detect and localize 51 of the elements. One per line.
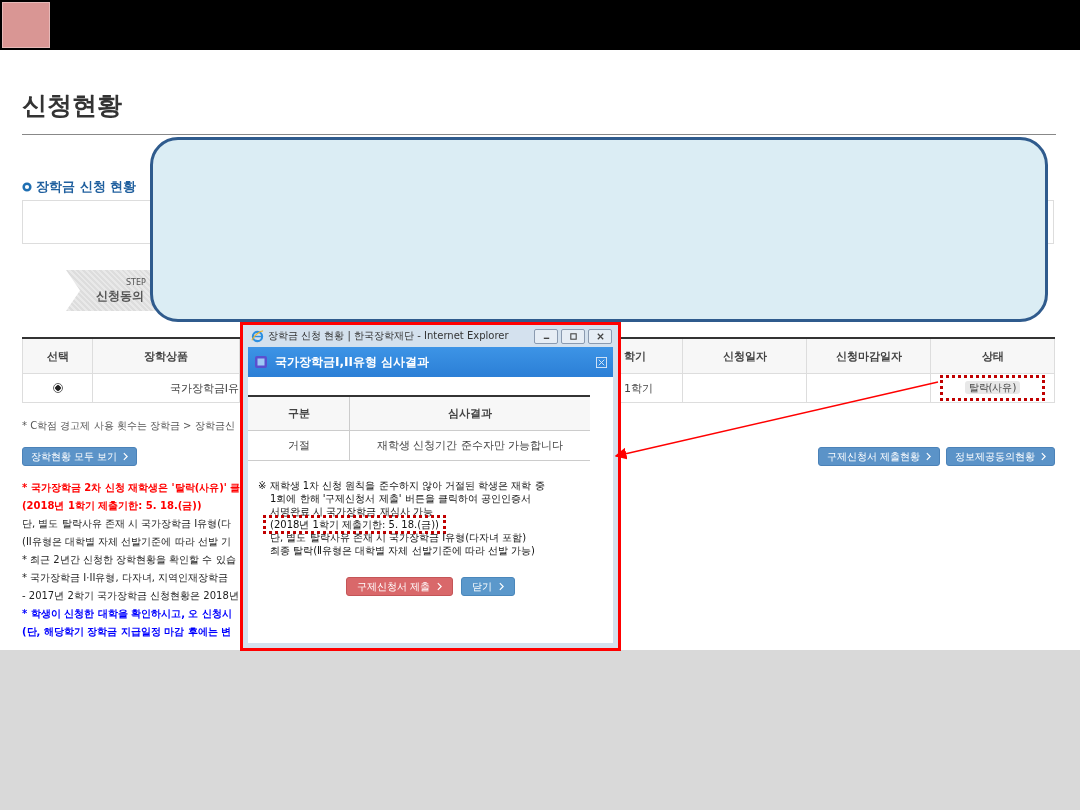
note-text: - 2017년 2학기 국가장학금 신청현황은 2018년	[22, 589, 238, 603]
note-text: (II유형은 대학별 자체 선발기준에 따라 선발 기	[22, 535, 232, 549]
note-text: 단, 별도 탈락사유 존재 시 국가장학금 I유형(다	[22, 517, 233, 531]
section-title: 장학금 신청 현황	[36, 178, 137, 196]
note-line: 단, 별도 탈락사유 존재 시 국가장학금 Ⅰ유형(다자녀 포함)	[269, 531, 527, 544]
dialog-button[interactable]: 구제신청서 제출	[345, 577, 454, 596]
chevron-icon	[1041, 452, 1046, 461]
note-text: * 학생이 신청한 대학을 확인하시고, 오 신청시	[22, 607, 233, 621]
chevron-icon	[437, 582, 443, 591]
minimize-button[interactable]	[534, 328, 558, 344]
status-badge[interactable]: 탈락(사유)	[964, 381, 1021, 394]
status-button[interactable]: 정보제공동의현황	[946, 447, 1055, 466]
ring-icon	[22, 182, 32, 192]
note-text: (2018년 1학기 제출기한: 5. 18.(금))	[22, 499, 203, 513]
footnote: * C학점 경고제 사용 횟수는 장학금 > 장학금신	[22, 419, 236, 433]
close-button[interactable]	[588, 328, 612, 344]
maximize-icon	[568, 331, 578, 341]
close-icon[interactable]	[596, 356, 607, 368]
column-header: 장학상품	[93, 339, 240, 374]
column-header: 심사결과	[350, 397, 590, 431]
browser-icon	[251, 329, 264, 343]
column-header: 학기	[620, 339, 683, 374]
page-title: 신청현황	[22, 90, 123, 122]
table-cell: 재학생 신청기간 준수자만 가능합니다	[350, 431, 590, 461]
note-text: * 국가장학금 I·II유형, 다자녀, 지역인재장학금	[22, 571, 230, 585]
square-icon	[254, 355, 268, 369]
note-line: 최종 탈락(Ⅱ유형은 대학별 자체 선발기준에 따라 선발 가능)	[269, 544, 535, 557]
note-text: * 최근 2년간 신청한 장학현황을 확인할 수 있습	[22, 553, 237, 567]
status-button[interactable]: 구제신청서 제출현황	[817, 447, 940, 466]
view-all-button[interactable]: 장학현황 모두 보기	[22, 447, 138, 466]
column-header: 신청일자	[683, 339, 807, 374]
note-line: ※ 재학생 1차 신청 원칙을 준수하지 않아 거절된 학생은 재학 중	[258, 479, 545, 492]
close-icon	[595, 331, 605, 341]
maximize-button[interactable]	[561, 328, 585, 344]
chevron-icon	[926, 452, 931, 461]
column-header: 구분	[248, 397, 350, 431]
column-header: 신청마감일자	[807, 339, 931, 374]
note-text: (단, 해당학기 장학금 지급일정 마감 후에는 변	[22, 625, 233, 639]
note-text: * 국가장학금 2차 신청 재학생은 '탈락(사유)' 클	[22, 481, 238, 495]
dialog-title: 국가장학금I,II유형 심사결과	[275, 353, 431, 371]
column-header: 상태	[931, 339, 1055, 374]
table-cell: 거절	[248, 431, 350, 461]
note-line: (2018년 1학기 제출기한: 5. 18.(금))	[266, 518, 443, 531]
window-title: 장학금 신청 현황 | 한국장학재단 - Internet Explorer	[268, 329, 510, 343]
logo-square	[2, 2, 50, 48]
chevron-icon	[123, 452, 129, 461]
column-header: 선택	[22, 339, 93, 374]
note-line: 1회에 한해 '구제신청서 제출' 버튼을 클릭하여 공인인증서	[269, 492, 531, 505]
dialog-button[interactable]: 닫기	[461, 577, 516, 596]
chevron-icon	[499, 582, 505, 591]
radio-button[interactable]	[52, 383, 63, 393]
